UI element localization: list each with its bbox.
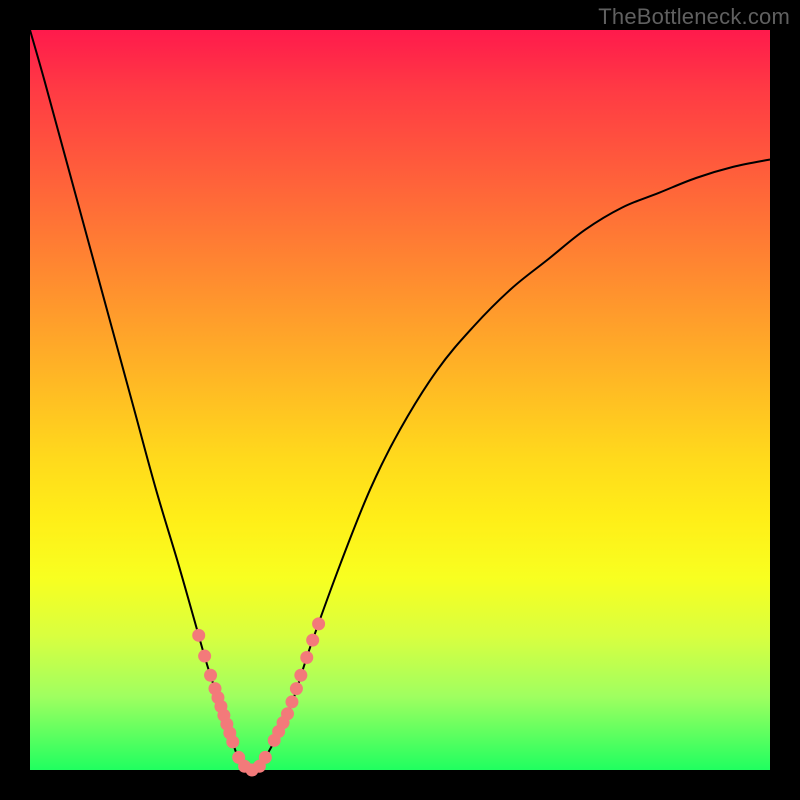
plot-area (30, 30, 770, 770)
curve-dot (290, 682, 303, 695)
curve-dot (204, 669, 217, 682)
curve-dot (198, 650, 211, 663)
curve-dot (306, 634, 319, 647)
curve-dot (192, 629, 205, 642)
curve-dot (300, 651, 313, 664)
watermark-text: TheBottleneck.com (598, 4, 790, 30)
chart-svg (30, 30, 770, 770)
curve-dot (285, 695, 298, 708)
bottleneck-curve (30, 30, 770, 770)
curve-dot (312, 617, 325, 630)
curve-dot (226, 735, 239, 748)
figure-canvas: TheBottleneck.com (0, 0, 800, 800)
curve-dot (259, 751, 272, 764)
curve-dot (294, 669, 307, 682)
curve-dot (281, 707, 294, 720)
curve-dots-group (192, 617, 325, 776)
